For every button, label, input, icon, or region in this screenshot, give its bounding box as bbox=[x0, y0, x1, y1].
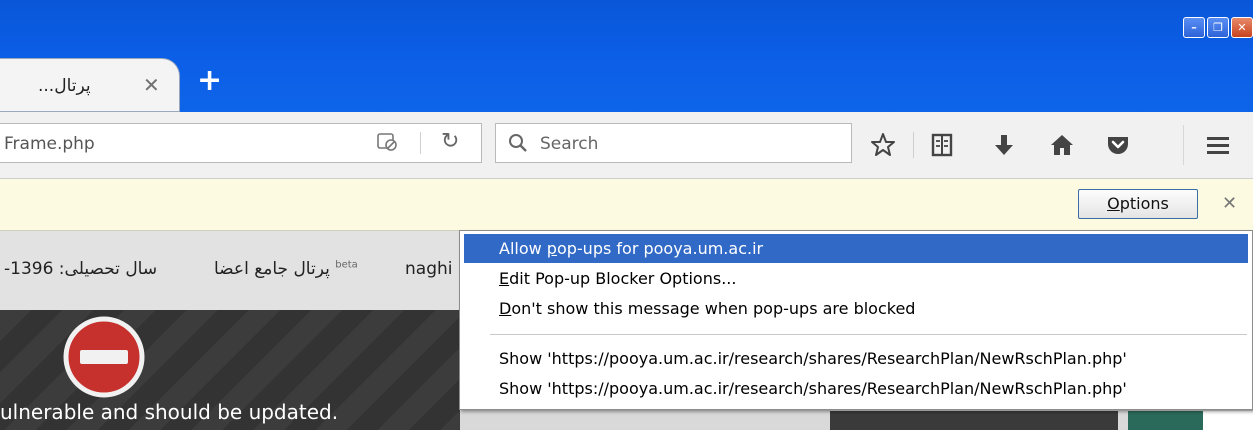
toolbar-separator-2 bbox=[1183, 125, 1184, 165]
menu-item-show-popup[interactable]: Show 'https://pooya.um.ac.ir/research/sh… bbox=[464, 374, 1248, 403]
window-titlebar: – ❐ ✕ پرتال... ✕ + bbox=[0, 0, 1253, 123]
url-separator bbox=[420, 132, 421, 154]
plugin-warning-message: ulnerable and should be updated. bbox=[0, 400, 339, 424]
page-info-icon[interactable] bbox=[377, 133, 397, 151]
page-panel-dark bbox=[830, 411, 1118, 430]
options-button-label: ptions bbox=[1119, 194, 1169, 213]
plugin-blocked-area: ulnerable and should be updated. bbox=[0, 310, 460, 430]
menu-item-show-popup[interactable]: Show 'https://pooya.um.ac.ir/research/sh… bbox=[464, 344, 1248, 373]
reading-list-icon[interactable] bbox=[929, 132, 955, 158]
tab-title: پرتال... bbox=[38, 76, 91, 96]
minimize-button[interactable]: – bbox=[1183, 17, 1205, 38]
menu-icon[interactable] bbox=[1205, 132, 1231, 158]
page-panel-edge bbox=[1203, 411, 1253, 430]
portal-title-text: پرتال جامع اعضا bbox=[214, 259, 330, 279]
options-access-key: O bbox=[1107, 194, 1120, 213]
close-icon[interactable]: ✕ bbox=[143, 73, 160, 97]
nav-toolbar: Frame.php ↻ Search bbox=[0, 112, 1253, 179]
options-button[interactable]: Options bbox=[1078, 189, 1198, 219]
home-icon[interactable] bbox=[1049, 132, 1075, 158]
page-panel-green bbox=[1128, 411, 1203, 430]
portal-title[interactable]: beta پرتال جامع اعضا bbox=[214, 259, 358, 279]
bookmark-star-icon[interactable] bbox=[870, 132, 896, 158]
menu-separator bbox=[490, 334, 1247, 335]
toolbar-separator bbox=[913, 132, 914, 158]
menu-item-edit-blocker-options[interactable]: Edit Pop-up Blocker Options... bbox=[464, 264, 1248, 293]
popup-notification-bar: Options ✕ bbox=[0, 179, 1253, 231]
restore-button[interactable]: ❐ bbox=[1207, 17, 1229, 38]
url-bar[interactable]: Frame.php ↻ bbox=[0, 123, 482, 163]
url-text[interactable]: Frame.php bbox=[4, 134, 95, 154]
search-input[interactable]: Search bbox=[540, 134, 598, 154]
menu-item-allow-popups[interactable]: Allow pop-ups for pooya.um.ac.ir bbox=[464, 234, 1248, 263]
menu-item-dont-show-message[interactable]: Don't show this message when pop-ups are… bbox=[464, 294, 1248, 323]
stop-icon bbox=[63, 316, 145, 398]
close-window-button[interactable]: ✕ bbox=[1231, 17, 1253, 38]
options-popup-menu: Allow pop-ups for pooya.um.ac.ir Edit Po… bbox=[459, 230, 1253, 410]
pocket-icon[interactable] bbox=[1105, 132, 1131, 158]
window-controls: – ❐ ✕ bbox=[1183, 17, 1253, 38]
close-icon[interactable]: ✕ bbox=[1222, 193, 1237, 214]
reload-icon[interactable]: ↻ bbox=[441, 129, 459, 154]
page-header-strip: سال تحصیلی: 1396- beta پرتال جامع اعضا n… bbox=[0, 231, 460, 310]
download-icon[interactable] bbox=[991, 132, 1017, 158]
new-tab-button[interactable]: + bbox=[197, 66, 222, 96]
browser-tab[interactable]: پرتال... ✕ bbox=[0, 58, 180, 112]
beta-badge: beta bbox=[335, 259, 358, 271]
search-icon bbox=[509, 134, 527, 152]
academic-year-label: سال تحصیلی: 1396- bbox=[4, 259, 158, 279]
search-bar[interactable]: Search bbox=[495, 123, 852, 163]
username-label: naghi bbox=[405, 259, 453, 279]
